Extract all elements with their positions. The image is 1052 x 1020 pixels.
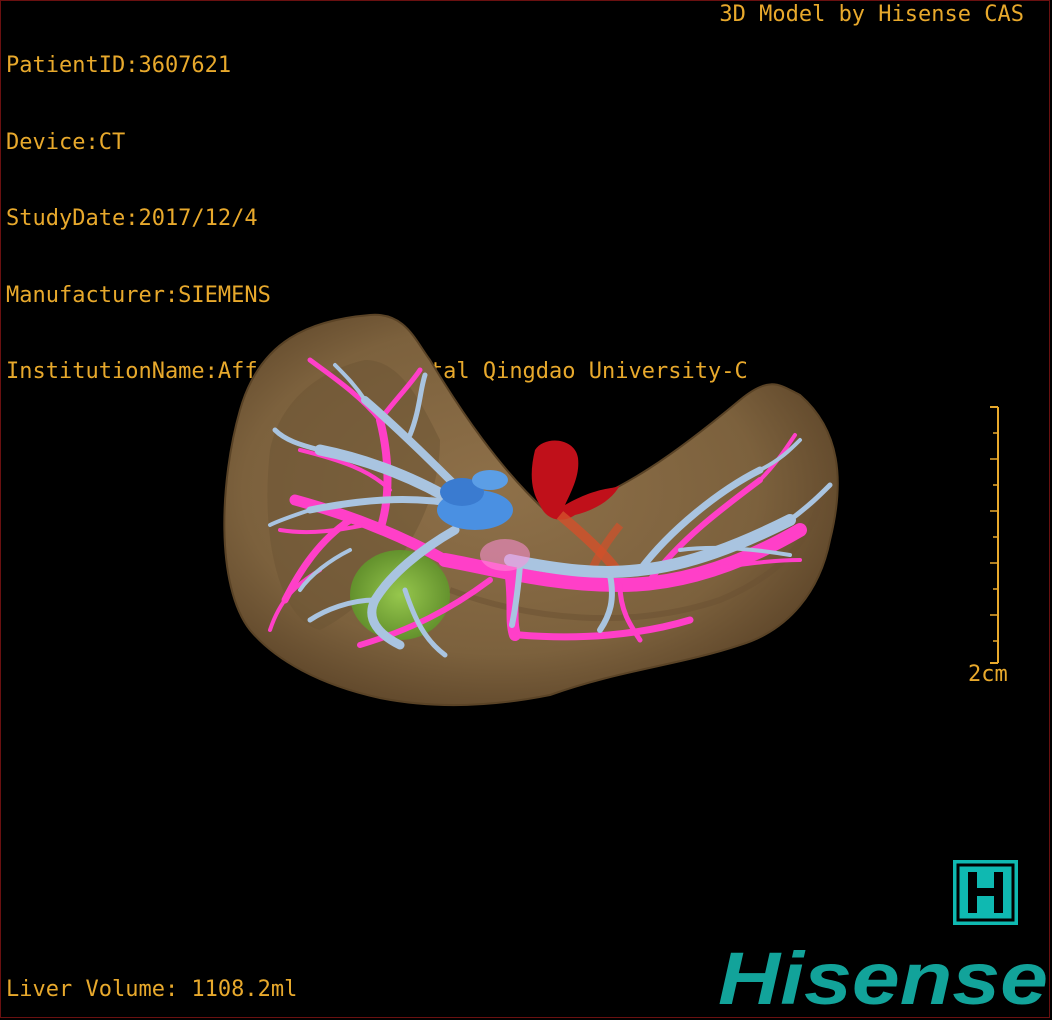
scale-bar (990, 406, 999, 664)
liver-3d-model[interactable] (200, 300, 860, 720)
liver-volume-text: Liver Volume: 1108.2ml (6, 977, 298, 1002)
patient-id-text: PatientID:3607621 (6, 53, 232, 78)
gallbladder (350, 550, 450, 640)
study-date-text: StudyDate:2017/12/4 (6, 206, 258, 231)
model-credit-text: 3D Model by Hisense CAS (719, 2, 1024, 27)
hisense-h-logo-icon (953, 860, 1018, 925)
hisense-logo-text: Hisense (718, 937, 1048, 1012)
hisense-logo: Hisense (718, 937, 1048, 1012)
scale-bar-label: 2cm (968, 662, 1008, 687)
device-text: Device:CT (6, 129, 126, 155)
